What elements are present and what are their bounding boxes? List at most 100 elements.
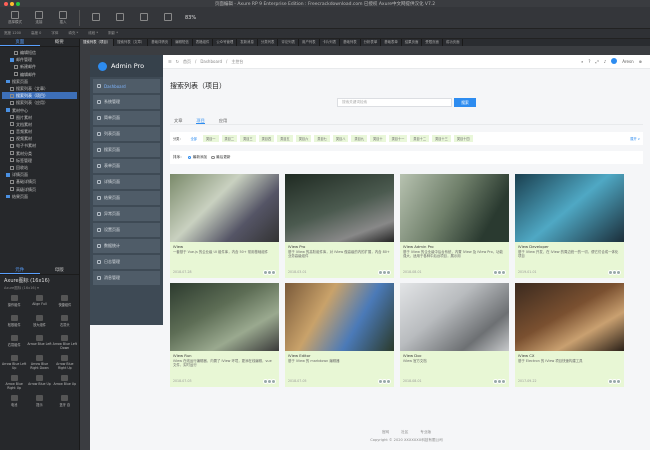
page-tab[interactable]: 成功页面 <box>443 39 464 46</box>
tool-d-button[interactable] <box>157 13 179 22</box>
card-title[interactable]: iView Run <box>170 351 279 358</box>
tree-page[interactable]: 音频素材 <box>2 128 77 135</box>
tab-articles[interactable]: 文章 <box>174 118 182 124</box>
category-tag[interactable]: 类目十三 <box>432 135 451 142</box>
tree-folder[interactable]: 邮件管理 <box>2 56 77 63</box>
breadcrumb-2[interactable]: Dashboard <box>200 59 222 64</box>
tree-page[interactable]: 标签管理 <box>2 157 77 164</box>
library-widget[interactable]: Arrow Blue Right Up <box>53 355 77 373</box>
tree-page[interactable]: 图片素材 <box>2 114 77 121</box>
tree-page[interactable]: 新建邮件 <box>2 63 77 70</box>
tree-page[interactable]: 基础详情页 <box>2 178 77 185</box>
library-widget[interactable]: 松散组件 <box>2 315 26 333</box>
sidebar-item[interactable]: 列表页面 <box>93 127 160 141</box>
tree-page[interactable]: 素材分类 <box>2 150 77 157</box>
library-select[interactable]: Axure图标 (16x16) ▾ <box>0 286 79 293</box>
card-title[interactable]: iView Pro <box>285 242 394 249</box>
category-tag[interactable]: 全部 <box>187 135 200 142</box>
tool-b-button[interactable] <box>109 13 131 22</box>
tool-a-button[interactable] <box>85 13 107 22</box>
search-icon[interactable]: ⌕ <box>581 59 583 64</box>
page-tab[interactable]: 分类列表 <box>258 39 279 46</box>
prop-height[interactable]: 高度 0 <box>31 31 41 36</box>
library-widget[interactable]: Arrow Blue Left <box>27 335 52 353</box>
page-tab[interactable]: 表格组件 <box>193 39 214 46</box>
category-tag[interactable]: 类目十 <box>370 135 386 142</box>
search-button[interactable]: 搜索 <box>454 98 476 107</box>
library-widget[interactable]: 电池 <box>2 395 26 413</box>
page-tab[interactable]: 受限页面 <box>422 39 443 46</box>
category-tag[interactable]: 类目三 <box>240 135 256 142</box>
library-widget[interactable]: 快捷组件 <box>53 295 77 313</box>
card-title[interactable]: iView CX <box>515 351 624 358</box>
tree-page[interactable]: 电子书素材 <box>2 142 77 149</box>
category-tag[interactable]: 类目七 <box>314 135 330 142</box>
connect-button[interactable]: 连接 <box>28 10 50 25</box>
page-tab[interactable]: 评论列表 <box>278 39 299 46</box>
page-tab[interactable]: 搜索列表（项目） <box>80 39 115 46</box>
sidebar-item[interactable]: 结果页面 <box>93 191 160 205</box>
page-tab[interactable]: 基础列表 <box>340 39 361 46</box>
tab-pages[interactable]: 页面 <box>0 39 40 46</box>
category-tag[interactable]: 类目六 <box>295 135 312 142</box>
library-widget[interactable]: Arrow Blue Up <box>53 375 77 393</box>
library-widget[interactable]: Arrow Blue Left Down <box>53 335 77 353</box>
sort-updated-radio[interactable]: 最后更新 <box>211 155 231 160</box>
project-card[interactable]: iView Pro 基于 iView 的高阶组件库，对 iView 做高级的内的扩… <box>285 174 394 278</box>
expand-categories-link[interactable]: 展开 ∨ <box>630 136 643 141</box>
tab-apps[interactable]: 应用 <box>219 118 227 124</box>
library-widget[interactable]: 右箭头 <box>53 315 77 333</box>
library-widget[interactable]: Arrow Blue Right Up <box>2 375 26 393</box>
tree-page[interactable]: 编辑短信 <box>2 49 77 56</box>
sort-newest-radio[interactable]: 最新添加 <box>187 155 207 160</box>
page-tab[interactable]: 搜索列表（文章） <box>114 39 149 46</box>
category-tag[interactable]: 类目一 <box>202 135 219 142</box>
tab-outline[interactable]: 概要 <box>40 39 80 46</box>
tree-folder[interactable]: 搜索页面 <box>2 78 77 85</box>
page-tab[interactable]: 分析表单 <box>361 39 382 46</box>
footer-link[interactable]: 专业版 <box>420 430 431 435</box>
tree-folder[interactable]: 详情页面 <box>2 171 77 178</box>
page-tab[interactable]: 用户列表 <box>299 39 320 46</box>
globe-icon[interactable]: ⊕ <box>639 59 642 64</box>
sidebar-item[interactable]: 设置页面 <box>93 223 160 237</box>
project-card[interactable]: iView Admin Pro 基于 iView 的企业级中后台系统，内置 iVi… <box>400 174 509 278</box>
category-tag[interactable]: 类目五 <box>277 135 293 142</box>
footer-link[interactable]: 社区 <box>401 430 408 435</box>
library-widget[interactable]: Arrow Blue Right Down <box>27 355 51 373</box>
tree-page[interactable]: 搜索列表（项目） <box>2 92 77 100</box>
prop-fill[interactable]: 填充 * <box>68 31 78 36</box>
sidebar-item[interactable]: 日志管理 <box>93 255 160 269</box>
page-tab[interactable]: 基础表单 <box>381 39 402 46</box>
tree-page[interactable]: 文档素材 <box>2 121 77 128</box>
category-tag[interactable]: 类目九 <box>351 135 367 142</box>
sidebar-item[interactable]: Dashboard <box>93 79 160 93</box>
prop-font[interactable]: 字体 <box>51 31 58 36</box>
library-title[interactable]: Axure图标 (16x16) <box>0 275 79 286</box>
card-title[interactable]: iView Admin Pro <box>400 242 509 249</box>
tree-page[interactable]: 高级详情页 <box>2 186 77 193</box>
prop-border[interactable]: 线段 * <box>88 31 98 36</box>
sidebar-item[interactable]: 搜索页面 <box>93 143 160 157</box>
page-tab[interactable]: 发新消息 <box>237 39 258 46</box>
user-name[interactable]: Aresn <box>622 59 633 64</box>
tree-page[interactable]: 搜索列表（文章） <box>2 85 77 92</box>
category-tag[interactable]: 类目十二 <box>410 135 430 142</box>
help-icon[interactable]: ? <box>588 59 590 64</box>
library-widget[interactable]: 提示 <box>27 395 51 413</box>
library-widget[interactable]: Align Full <box>27 295 51 313</box>
page-tab[interactable]: 编辑短信 <box>172 39 193 46</box>
breadcrumb-1[interactable]: 首页 <box>183 59 191 65</box>
avatar[interactable] <box>611 58 618 64</box>
bell-icon[interactable]: ♪ <box>604 59 607 64</box>
tree-page[interactable]: 视频素材 <box>2 135 77 142</box>
insert-button[interactable]: 插入 <box>52 10 74 25</box>
library-widget[interactable]: 蓝牙 自 <box>53 395 77 413</box>
canvas-area[interactable]: 搜索列表（项目） 搜索列表（文章） 基础详情页 编辑短信 表格组件 公众号管理 发新消息 分类… <box>80 39 650 450</box>
tree-page[interactable]: 回收站 <box>2 164 77 171</box>
sidebar-item[interactable]: 消息管理 <box>93 271 160 285</box>
card-title[interactable]: iView Doc <box>400 351 509 358</box>
collapse-icon[interactable]: ☰ <box>168 59 172 64</box>
page-tab[interactable]: 卡片列表 <box>320 39 341 46</box>
category-tag[interactable]: 类目四 <box>258 135 275 142</box>
